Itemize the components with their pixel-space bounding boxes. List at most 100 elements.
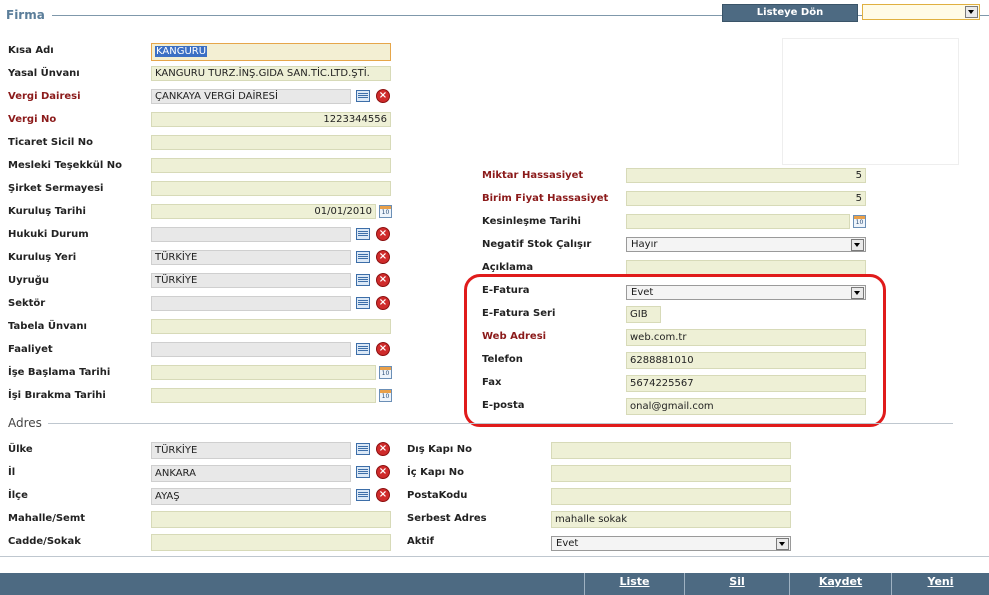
sirket-sermayesi-input[interactable] <box>151 181 391 196</box>
page-title: Firma <box>6 8 45 22</box>
kisa-adi-value: KANGURU <box>155 46 208 57</box>
birim-fiyat-hassasiyet-input[interactable]: 5 <box>626 191 866 206</box>
aktif-value: Evet <box>556 538 579 549</box>
ise-baslama-tarihi-input[interactable] <box>151 365 376 380</box>
kurulus-yeri-input[interactable]: TÜRKİYE <box>151 250 351 265</box>
dropdown-arrow-icon[interactable] <box>851 239 864 251</box>
dropdown-arrow-icon[interactable] <box>776 538 789 550</box>
section-divider <box>48 423 953 424</box>
logo-area <box>782 38 959 165</box>
ilce-input[interactable]: AYAŞ <box>151 488 351 505</box>
label-uyrugu: Uyruğu <box>8 275 49 286</box>
label-miktar-hassasiyet: Miktar Hassasiyet <box>482 170 584 181</box>
calendar-icon[interactable]: 10 <box>379 205 392 218</box>
delete-icon[interactable]: × <box>376 465 390 479</box>
aktif-select[interactable]: Evet <box>551 536 791 551</box>
label-ic-kapi: İç Kapı No <box>407 467 464 478</box>
delete-icon[interactable]: × <box>376 273 390 287</box>
kaydet-button[interactable]: Kaydet <box>789 573 891 595</box>
faaliyet-input[interactable] <box>151 342 351 357</box>
calendar-icon[interactable]: 10 <box>379 389 392 402</box>
serbest-adres-input[interactable]: mahalle sokak <box>551 511 791 528</box>
hukuki-durum-input[interactable] <box>151 227 351 242</box>
label-tabela-unvani: Tabela Ünvanı <box>8 321 87 332</box>
yasal-unvani-input[interactable]: KANGURU TURZ.İNŞ.GIDA SAN.TİC.LTD.ŞTİ. <box>151 66 391 81</box>
delete-icon[interactable]: × <box>376 442 390 456</box>
dis-kapi-input[interactable] <box>551 442 791 459</box>
label-ticaret-sicil-no: Ticaret Sicil No <box>8 137 94 148</box>
list-icon[interactable] <box>356 274 370 286</box>
label-sirket-sermayesi: Şirket Sermayesi <box>8 183 104 194</box>
label-aktif: Aktif <box>407 536 434 547</box>
label-negatif-stok: Negatif Stok Çalışır <box>482 239 592 250</box>
tabela-unvani-input[interactable] <box>151 319 391 334</box>
label-kurulus-yeri: Kuruluş Yeri <box>8 252 77 263</box>
label-ise-baslama-tarihi: İşe Başlama Tarihi <box>8 367 111 378</box>
dropdown-arrow-icon[interactable] <box>965 6 978 18</box>
liste-button[interactable]: Liste <box>584 573 684 595</box>
label-ulke: Ülke <box>8 444 33 455</box>
list-icon[interactable] <box>356 443 370 455</box>
calendar-icon[interactable]: 10 <box>379 366 392 379</box>
miktar-hassasiyet-input[interactable]: 5 <box>626 168 866 183</box>
mesleki-teskil-no-input[interactable] <box>151 158 391 173</box>
label-cadde: Cadde/Sokak <box>8 536 81 547</box>
ticaret-sicil-no-input[interactable] <box>151 135 391 150</box>
vergi-no-input[interactable]: 1223344556 <box>151 112 391 127</box>
label-yasal-unvani: Yasal Ünvanı <box>8 68 80 79</box>
title-divider <box>52 15 722 16</box>
negatif-stok-value: Hayır <box>631 239 658 250</box>
vergi-dairesi-input[interactable]: ÇANKAYA VERGİ DAİRESİ <box>151 89 351 104</box>
bottom-divider <box>0 556 989 557</box>
label-aciklama: Açıklama <box>482 262 534 273</box>
label-dis-kapi: Dış Kapı No <box>407 444 472 455</box>
section-adres-title: Adres <box>8 416 42 430</box>
list-icon[interactable] <box>356 466 370 478</box>
back-to-list-button[interactable]: Listeye Dön <box>722 4 858 22</box>
kesinlesme-tarihi-input[interactable] <box>626 214 850 229</box>
yeni-button[interactable]: Yeni <box>891 573 989 595</box>
label-faaliyet: Faaliyet <box>8 344 53 355</box>
label-isi-birakma-tarihi: İşi Bırakma Tarihi <box>8 390 106 401</box>
delete-icon[interactable]: × <box>376 250 390 264</box>
il-input[interactable]: ANKARA <box>151 465 351 482</box>
label-sektor: Sektör <box>8 298 46 309</box>
top-select[interactable] <box>862 4 980 20</box>
list-icon[interactable] <box>356 297 370 309</box>
sektor-input[interactable] <box>151 296 351 311</box>
list-icon[interactable] <box>356 90 370 102</box>
ulke-input[interactable]: TÜRKİYE <box>151 442 351 459</box>
label-kesinlesme-tarihi: Kesinleşme Tarihi <box>482 216 581 227</box>
highlight-annotation <box>464 274 886 427</box>
aciklama-input[interactable] <box>626 260 866 275</box>
label-vergi-no: Vergi No <box>8 114 57 125</box>
list-icon[interactable] <box>356 343 370 355</box>
label-posta-kodu: PostaKodu <box>407 490 468 501</box>
calendar-icon[interactable]: 10 <box>853 215 866 228</box>
label-kurulus-tarihi: Kuruluş Tarihi <box>8 206 86 217</box>
cadde-input[interactable] <box>151 534 391 551</box>
label-vergi-dairesi: Vergi Dairesi <box>8 91 81 102</box>
delete-icon[interactable]: × <box>376 227 390 241</box>
label-mesleki-teskil-no: Mesleki Teşekkül No <box>8 160 123 171</box>
posta-kodu-input[interactable] <box>551 488 791 505</box>
list-icon[interactable] <box>356 489 370 501</box>
kisa-adi-input[interactable]: KANGURU <box>151 43 391 61</box>
delete-icon[interactable]: × <box>376 342 390 356</box>
sil-button[interactable]: Sil <box>684 573 789 595</box>
kurulus-tarihi-input[interactable]: 01/01/2010 <box>151 204 376 219</box>
mahalle-input[interactable] <box>151 511 391 528</box>
delete-icon[interactable]: × <box>376 296 390 310</box>
uyrugu-input[interactable]: TÜRKİYE <box>151 273 351 288</box>
label-serbest-adres: Serbest Adres <box>407 513 487 524</box>
footer-toolbar: Liste Sil Kaydet Yeni <box>0 573 989 595</box>
ic-kapi-input[interactable] <box>551 465 791 482</box>
list-icon[interactable] <box>356 228 370 240</box>
list-icon[interactable] <box>356 251 370 263</box>
label-kisa-adi: Kısa Adı <box>8 45 54 56</box>
delete-icon[interactable]: × <box>376 89 390 103</box>
label-birim-fiyat-hassasiyet: Birim Fiyat Hassasiyet <box>482 193 609 204</box>
delete-icon[interactable]: × <box>376 488 390 502</box>
isi-birakma-tarihi-input[interactable] <box>151 388 376 403</box>
negatif-stok-select[interactable]: Hayır <box>626 237 866 252</box>
